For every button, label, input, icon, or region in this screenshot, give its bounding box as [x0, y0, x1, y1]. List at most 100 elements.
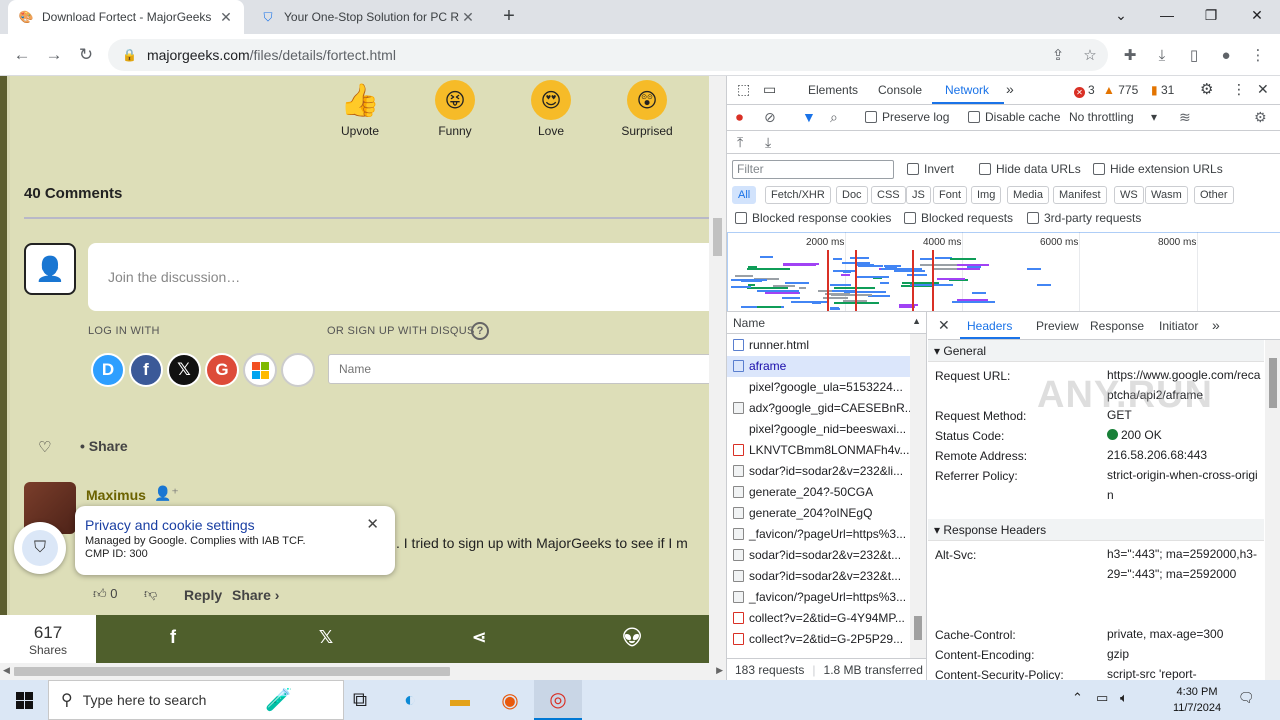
- details-scrollbar[interactable]: [1265, 340, 1280, 680]
- scrollbar-thumb[interactable]: [1269, 358, 1277, 408]
- more-tabs-icon[interactable]: »: [1212, 317, 1220, 333]
- taskbar-clock[interactable]: 4:30 PM 11/7/2024: [1162, 684, 1232, 716]
- settings-gear-icon[interactable]: ⚙: [1200, 80, 1213, 98]
- request-row[interactable]: _favicon/?pageUrl=https%3...: [727, 524, 910, 545]
- devtools-menu-icon[interactable]: ⋮: [1232, 81, 1246, 98]
- apple-login-icon[interactable]: [281, 353, 315, 387]
- close-window-icon[interactable]: ✕: [1234, 0, 1280, 30]
- reply-button[interactable]: Reply: [184, 587, 222, 603]
- taskbar-search[interactable]: ⚲ Type here to search 🧪: [48, 680, 344, 720]
- facebook-login-icon[interactable]: f: [129, 353, 163, 387]
- scrollbar-thumb[interactable]: [713, 218, 722, 256]
- windows-start-icon[interactable]: [0, 680, 48, 720]
- disable-cache-checkbox[interactable]: Disable cache: [968, 110, 1060, 124]
- firefox-icon[interactable]: ◉: [486, 680, 534, 720]
- issues-count[interactable]: ▮ 31: [1151, 83, 1174, 97]
- share-link[interactable]: • Share: [80, 438, 128, 454]
- request-row[interactable]: collect?v=2&tid=G-4Y94MP...: [727, 608, 910, 629]
- tab-preview[interactable]: Preview: [1036, 319, 1079, 333]
- record-stop-icon[interactable]: ⏺: [736, 109, 743, 126]
- page-horizontal-scrollbar[interactable]: ◀ ▶: [0, 663, 726, 680]
- request-row[interactable]: sodar?id=sodar2&v=232&t...: [727, 545, 910, 566]
- checkbox-box[interactable]: [968, 111, 980, 123]
- hide-extension-urls-checkbox[interactable]: Hide extension URLs: [1093, 162, 1223, 176]
- filter-type-media[interactable]: Media: [1007, 186, 1049, 204]
- checkbox-box[interactable]: [735, 212, 747, 224]
- filter-type-js[interactable]: JS: [906, 186, 931, 204]
- filter-type-other[interactable]: Other: [1194, 186, 1234, 204]
- x-login-icon[interactable]: 𝕏: [167, 353, 201, 387]
- filter-type-manifest[interactable]: Manifest: [1053, 186, 1107, 204]
- request-row[interactable]: pixel?google_nid=beeswaxi...: [727, 419, 910, 440]
- volume-tray-icon[interactable]: 🔈︎: [1120, 690, 1128, 706]
- tab-initiator[interactable]: Initiator: [1159, 319, 1198, 333]
- scrollbar-thumb[interactable]: [14, 667, 450, 676]
- follow-user-icon[interactable]: 👤⁺: [154, 485, 179, 502]
- close-details-icon[interactable]: ✕: [938, 317, 950, 334]
- side-panel-icon[interactable]: ▯: [1181, 42, 1207, 68]
- filter-type-all[interactable]: All: [732, 186, 757, 204]
- request-row[interactable]: aframe: [727, 356, 910, 377]
- error-count[interactable]: ✕ 3: [1074, 83, 1095, 98]
- share-page-icon[interactable]: ⇪: [1045, 42, 1071, 68]
- file-explorer-icon[interactable]: ▬: [436, 680, 484, 720]
- scroll-left-icon[interactable]: ◀: [3, 665, 10, 676]
- filter-input[interactable]: Filter: [732, 160, 894, 179]
- export-har-icon[interactable]: ⤓: [765, 134, 771, 151]
- request-row[interactable]: runner.html: [727, 335, 910, 356]
- reload-icon[interactable]: ↻: [72, 41, 100, 69]
- checkbox-box[interactable]: [1093, 163, 1105, 175]
- new-tab-icon[interactable]: +: [498, 6, 520, 28]
- checkbox-box[interactable]: [904, 212, 916, 224]
- filter-type-doc[interactable]: Doc: [836, 186, 868, 204]
- response-headers-section-header[interactable]: ▾ Response Headers: [928, 519, 1264, 541]
- request-row[interactable]: generate_204?oINEgQ: [727, 503, 910, 524]
- chrome-icon[interactable]: ◎: [534, 680, 582, 720]
- maximize-icon[interactable]: ❐: [1188, 0, 1234, 30]
- device-toolbar-icon[interactable]: ▭: [763, 81, 776, 98]
- request-row[interactable]: generate_204?-50CGA: [727, 482, 910, 503]
- upvote-comment[interactable]: 👍︎ 0: [93, 586, 117, 602]
- request-row[interactable]: adx?google_gid=CAESEBnR...: [727, 398, 910, 419]
- checkbox-box[interactable]: [865, 111, 877, 123]
- hide-data-urls-checkbox[interactable]: Hide data URLs: [979, 162, 1081, 176]
- close-devtools-icon[interactable]: ✕: [1257, 81, 1269, 98]
- filter-type-fetch-xhr[interactable]: Fetch/XHR: [765, 186, 831, 204]
- timeline-selection[interactable]: [727, 232, 1280, 311]
- more-tabs-icon[interactable]: »: [1006, 81, 1014, 97]
- downvote-icon[interactable]: 👎︎: [144, 586, 157, 602]
- reaction-funny[interactable]: 😝 Funny: [415, 80, 495, 138]
- forward-icon[interactable]: →: [40, 41, 68, 69]
- tab-fortect[interactable]: ⛉ Your One-Stop Solution for PC R ✕: [250, 0, 486, 34]
- tab-majorgeeks[interactable]: 🎨 Download Fortect - MajorGeeks ✕: [8, 0, 244, 34]
- filter-type-ws[interactable]: WS: [1114, 186, 1144, 204]
- close-icon[interactable]: ✕: [366, 515, 379, 533]
- tab-elements[interactable]: Elements: [808, 83, 858, 97]
- tab-network[interactable]: Network: [945, 83, 989, 97]
- invert-checkbox[interactable]: Invert: [907, 162, 954, 176]
- checkbox-box[interactable]: [907, 163, 919, 175]
- extensions-icon[interactable]: ✚: [1117, 42, 1143, 68]
- warning-count[interactable]: ▲ 775: [1103, 83, 1138, 97]
- disqus-login-icon[interactable]: D: [91, 353, 125, 387]
- network-timeline-overview[interactable]: 2000 ms 4000 ms 6000 ms 8000 ms: [727, 232, 1280, 312]
- bookmark-star-icon[interactable]: ☆: [1077, 42, 1103, 68]
- scrollbar-thumb[interactable]: [914, 616, 922, 640]
- request-row[interactable]: sodar?id=sodar2&v=232&li...: [727, 461, 910, 482]
- throttling-select[interactable]: No throttling ▾: [1069, 110, 1157, 124]
- request-row[interactable]: _favicon/?pageUrl=https%3...: [727, 587, 910, 608]
- help-question-icon[interactable]: ?: [471, 322, 489, 340]
- downloads-icon[interactable]: ⤓: [1149, 42, 1175, 68]
- name-field[interactable]: [328, 354, 726, 384]
- back-icon[interactable]: ←: [8, 41, 36, 69]
- checkbox-box[interactable]: [979, 163, 991, 175]
- tray-chevron-icon[interactable]: ⌃: [1072, 690, 1083, 706]
- close-tab-icon[interactable]: ✕: [218, 9, 234, 26]
- name-column-header[interactable]: Name ▲: [727, 312, 927, 334]
- menu-kebab-icon[interactable]: ⋮: [1245, 42, 1271, 68]
- request-row[interactable]: pixel?google_ula=5153224...: [727, 377, 910, 398]
- inspect-element-icon[interactable]: ⬚: [737, 81, 750, 98]
- google-login-icon[interactable]: G: [205, 353, 239, 387]
- network-tray-icon[interactable]: ▭: [1096, 690, 1108, 706]
- general-section-header[interactable]: ▾ General: [928, 340, 1264, 362]
